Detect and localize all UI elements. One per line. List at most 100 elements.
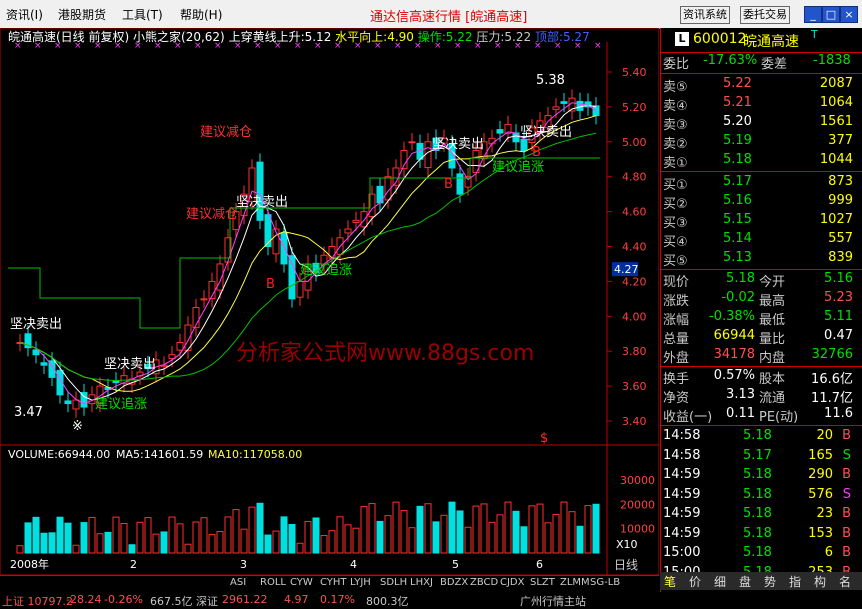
sell-row[interactable]: 卖③ 5.20 1561 [661,114,862,133]
period-label[interactable]: 日线 [614,556,638,573]
sz-label: 深证 [196,595,218,608]
tick-time: 14:58 [663,447,701,463]
sidebar-tab[interactable]: 细 [714,573,726,590]
stats-row: 现价 5.18 今开 5.16 [661,271,862,290]
info-system-button[interactable]: 资讯系统 [680,6,730,24]
sell-label: 卖② [663,137,688,152]
buy-row[interactable]: 买③ 5.15 1027 [661,212,862,231]
sell-row[interactable]: 卖④ 5.21 1064 [661,95,862,114]
buy-label: 买① [663,178,688,193]
buy-row[interactable]: 买⑤ 5.13 839 [661,250,862,269]
volume-bar [72,544,80,554]
volume-bar [144,517,152,554]
price-axis-label: 3.60 [622,380,647,393]
volume-bar [384,515,392,554]
buy-label: 买⑤ [663,254,688,269]
stat-label: 换手 [663,372,690,387]
trade-button[interactable]: 委托交易 [740,6,790,24]
close-icon[interactable]: × [840,6,858,23]
indicator-tab[interactable]: CYHT [320,577,347,588]
chart-frame [0,28,659,575]
chart-annotation: 建议追涨 [492,159,544,175]
stat-label: 流通 [759,391,786,406]
chart-line1-label: 上穿黄线上升:5.12 [228,30,332,44]
volume-bar [32,516,40,554]
indicator-tab[interactable]: CYW [290,577,313,588]
menubar: 资讯(I) 港股期货 工具(T) 帮助(H) 通达信高速行情 [皖通高速] 资讯… [0,0,862,29]
indicator-tab[interactable]: ZLMM [560,577,590,588]
candle [520,138,528,152]
buy-vol: 873 [828,174,853,189]
restore-icon[interactable]: □ [822,6,840,23]
tick-time: 14:59 [663,486,701,502]
price-axis-label: 4.00 [622,310,647,323]
buy-row[interactable]: 买② 5.16 999 [661,193,862,212]
sidebar-tab[interactable]: 名 [839,573,851,590]
candle [560,101,568,104]
chart-annotation: 坚决卖出 [104,357,156,372]
indicator-tab[interactable]: ASI [230,577,246,588]
volume-bar [64,522,72,554]
indicator-tab[interactable]: ZBCD [470,577,498,588]
volume-bar [504,501,512,554]
indicator-tab[interactable]: ROLL [260,577,286,588]
menu-info[interactable]: 资讯(I) [6,6,43,23]
stat-value: 66944 [713,328,755,343]
sell-vol: 1044 [819,152,853,167]
volume-bar [352,527,360,554]
menu-help[interactable]: 帮助(H) [180,6,222,23]
indicator-tab[interactable]: BDZX [440,577,468,588]
volume-bar [472,505,480,554]
sidebar-tab[interactable]: 笔 [664,573,676,590]
sh-pct: -0.26% [104,593,143,606]
volume-bar [304,520,312,554]
sell-price: 5.18 [723,152,752,167]
buy-row[interactable]: 买① 5.17 873 [661,174,862,193]
minimize-icon[interactable]: _ [804,6,822,23]
sell-row[interactable]: 卖① 5.18 1044 [661,152,862,171]
volume-bar [544,522,552,554]
sidebar-tab[interactable]: 盘 [739,573,751,590]
volume-bar [256,502,264,554]
chart-area[interactable]: 5.40 5.20 5.00 4.80 4.60 4.40 4.20 4.00 3.80 3.60… [0,28,659,575]
sell-row[interactable]: 卖⑤ 5.22 2087 [661,76,862,95]
indicator-tab[interactable]: SDLH [380,577,407,588]
tick-price: 5.18 [743,506,772,521]
indicator-tab[interactable]: LHXJ [410,577,433,588]
volume-bar [248,506,256,554]
indicator-tab[interactable]: CJDX [500,577,524,588]
menu-hk-futures[interactable]: 港股期货 [58,6,106,23]
sidebar-tab[interactable]: 构 [814,573,826,590]
stat-label: 现价 [663,275,690,290]
sz-change: 4.97 [284,593,309,606]
kline-chart[interactable]: 5.40 5.20 5.00 4.80 4.60 4.40 4.20 4.00 3.80 3.60… [0,28,659,575]
tick-vol: 576 [808,486,833,502]
stat-label: 外盘 [663,351,690,366]
sidebar-tabs: 笔价细盘势指构名 [660,572,862,590]
indicator-tab[interactable]: LYJH [350,577,371,588]
volume-bar [440,514,448,554]
stats2-row: 换手 0.57% 股本 16.6亿 [661,368,862,387]
sell-vol: 2087 [819,76,853,91]
tick-price: 5.18 [743,428,772,443]
sell-row[interactable]: 卖② 5.19 377 [661,133,862,152]
stat-value: 11.6 [824,406,853,421]
candle [344,228,352,234]
indicator-tab[interactable]: SG-LB [590,577,620,588]
chart-annotation: 坚决卖出 [432,137,484,152]
indicator-tab[interactable]: SLZT [530,577,555,588]
menu-tools[interactable]: 工具(T) [122,6,163,23]
quote-sidebar: L 600012 皖通高速 T 委比 -17.63% 委差 -1838 卖⑤ 5.… [660,28,862,600]
chart-annotation: 5.38 [536,73,565,88]
price-axis-label: 3.80 [622,345,647,358]
chart-line5-label: 顶部:5.27 [534,30,590,44]
chart-annotation: 3.47 [14,405,43,420]
stat-value: 32766 [811,347,853,362]
volume-bar [104,531,112,554]
sidebar-tab[interactable]: 势 [764,573,776,590]
volume-bar [584,505,592,554]
sidebar-tab[interactable]: 指 [789,573,801,590]
buy-row[interactable]: 买④ 5.14 557 [661,231,862,250]
sidebar-tab[interactable]: 价 [689,573,701,590]
stat-label: PE(动) [759,410,799,425]
